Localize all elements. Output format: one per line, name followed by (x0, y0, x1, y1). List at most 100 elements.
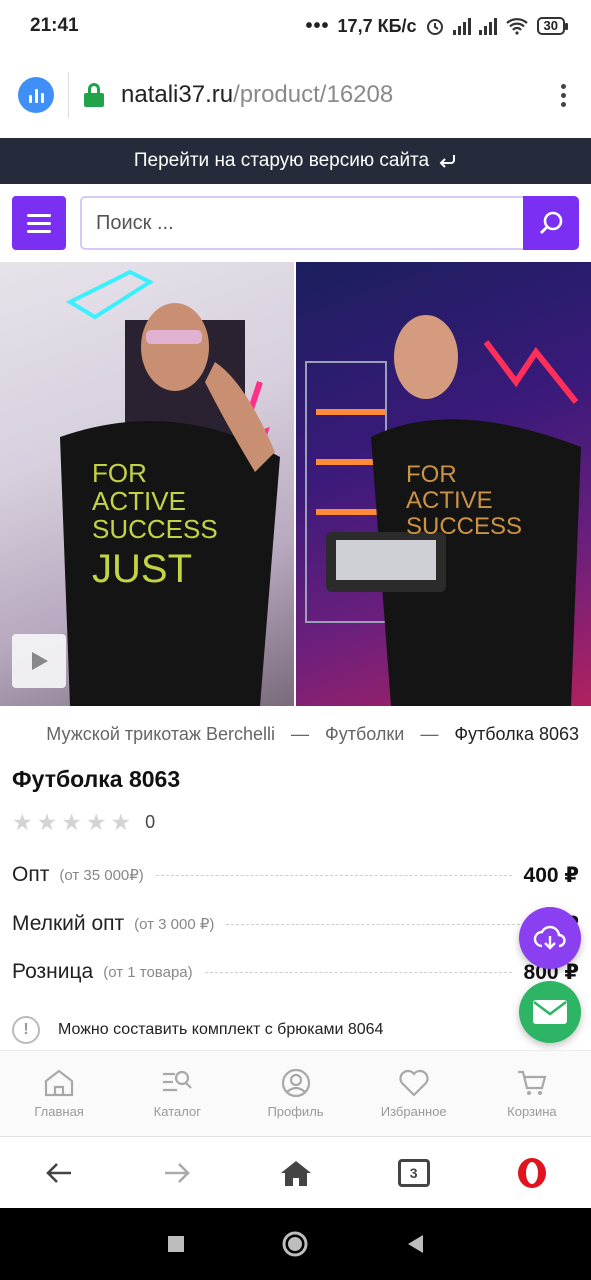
lock-icon[interactable] (83, 83, 105, 107)
price-row-wholesale: Опт (от 35 000₽) 400 ₽ (12, 859, 579, 891)
browser-home-button[interactable] (236, 1159, 354, 1187)
nav-label: Главная (34, 1104, 84, 1119)
breadcrumb-separator: — (420, 724, 439, 744)
breadcrumb-item-subcategory[interactable]: Футболки (325, 724, 404, 745)
search-row (0, 184, 591, 262)
profile-icon (281, 1068, 310, 1098)
back-triangle-icon[interactable] (404, 1233, 426, 1255)
arrow-right-icon (165, 1162, 191, 1183)
nav-item-favorites[interactable]: Избранное (355, 1051, 473, 1136)
play-icon (32, 652, 48, 670)
mail-icon (533, 1000, 567, 1024)
price-min-order: (от 1 товара) (103, 963, 193, 981)
mail-button[interactable] (519, 981, 581, 1043)
svg-text:JUST: JUST (92, 547, 192, 591)
price-leader (155, 874, 512, 876)
old-version-link[interactable]: Перейти на старую версию сайта (134, 150, 429, 172)
home-filled-icon (280, 1160, 311, 1186)
android-nav-bar (0, 1208, 591, 1280)
signal-icon-1 (452, 17, 471, 35)
play-video-button[interactable] (12, 634, 66, 688)
url-domain: natali37.ru (121, 81, 234, 108)
product-photo-2[interactable]: FOR ACTIVE SUCCESS (296, 262, 591, 706)
cart-icon (517, 1070, 547, 1095)
rating-count: 0 (145, 811, 156, 832)
search-box (80, 196, 579, 250)
star-icon[interactable]: ★ (37, 810, 58, 834)
search-button[interactable] (523, 196, 579, 250)
browser-menu-icon[interactable] (553, 83, 573, 107)
search-icon (540, 211, 563, 234)
opera-menu-button[interactable] (473, 1157, 591, 1189)
price-label: Розница (12, 960, 94, 983)
heart-icon (399, 1069, 429, 1097)
cloud-download-icon (533, 925, 566, 950)
svg-text:ACTIVE: ACTIVE (406, 487, 493, 514)
browser-forward-button[interactable] (118, 1161, 236, 1185)
nav-label: Каталог (153, 1104, 201, 1119)
star-icon[interactable]: ★ (111, 810, 132, 834)
nav-item-home[interactable]: Главная (0, 1051, 118, 1136)
breadcrumb-item-category[interactable]: Мужской трикотаж Berchelli (46, 724, 275, 745)
price-label: Мелкий опт (12, 912, 125, 935)
price-label: Опт (12, 863, 50, 886)
download-app-button[interactable] (519, 907, 581, 969)
product-rating[interactable]: ★ ★ ★ ★ ★ 0 (12, 810, 155, 834)
wifi-icon (505, 18, 528, 35)
notification-dots: ••• (305, 14, 330, 37)
svg-text:SUCCESS: SUCCESS (406, 513, 522, 540)
site-stats-icon[interactable] (18, 77, 54, 113)
menu-button[interactable] (12, 196, 66, 250)
price-row-retail: Розница (от 1 товара) 800 ₽ (12, 956, 579, 988)
browser-back-button[interactable] (0, 1161, 118, 1185)
return-arrow-icon (439, 155, 456, 168)
battery-icon: 30 (536, 17, 569, 35)
price-leader (226, 923, 535, 925)
home-icon (44, 1069, 74, 1097)
home-circle-icon[interactable] (281, 1230, 309, 1258)
svg-text:SUCCESS: SUCCESS (92, 514, 218, 544)
price-row-small-wholesale: Мелкий опт (от 3 000 ₽) 4 ₽ (12, 908, 579, 940)
url-path: /product/16208 (233, 81, 394, 108)
star-icon[interactable]: ★ (86, 810, 107, 834)
status-time: 21:41 (30, 15, 79, 36)
status-indicators: ••• 17,7 КБ/с 30 (305, 14, 569, 38)
nav-label: Профиль (267, 1104, 324, 1119)
breadcrumb-separator: — (291, 724, 310, 744)
exclamation-icon: ! (12, 1016, 40, 1044)
nav-label: Корзина (507, 1104, 557, 1119)
arrow-left-icon (46, 1162, 72, 1183)
star-icon[interactable]: ★ (12, 810, 33, 834)
breadcrumb-item-current: Футболка 8063 (454, 724, 579, 744)
set-note-text: Можно составить комплект с брюками 8064 (58, 1021, 384, 1038)
price-min-order: (от 35 000₽) (59, 867, 144, 884)
nav-item-profile[interactable]: Профиль (236, 1051, 354, 1136)
browser-url-bar[interactable]: natali37.ru/product/16208 (0, 52, 591, 138)
search-input[interactable] (96, 198, 516, 248)
site-bottom-nav: Главная Каталог Профиль Избранное Корзин… (0, 1050, 591, 1136)
tabs-count-icon: 3 (397, 1158, 430, 1187)
photo-2-illustration: FOR ACTIVE SUCCESS (305, 315, 581, 706)
product-gallery[interactable]: FOR ACTIVE SUCCESS JUST FOR ACTIVE SUCCE… (0, 262, 591, 706)
price-leader (204, 971, 512, 973)
set-note: ! Можно составить комплект с брюками 806… (12, 1016, 383, 1044)
price-min-order: (от 3 000 ₽) (134, 916, 215, 933)
network-speed: 17,7 КБ/с (337, 15, 417, 36)
product-title: Футболка 8063 (12, 766, 181, 792)
catalog-icon (163, 1070, 193, 1092)
nav-label: Избранное (380, 1104, 447, 1119)
nav-item-cart[interactable]: Корзина (473, 1051, 591, 1136)
signal-icon-2 (478, 17, 497, 35)
star-icon[interactable]: ★ (61, 810, 82, 834)
svg-text:ACTIVE: ACTIVE (92, 486, 186, 516)
opera-logo-icon (517, 1157, 546, 1188)
old-version-banner[interactable]: Перейти на старую версию сайта (0, 138, 591, 184)
svg-text:FOR: FOR (406, 461, 457, 488)
price-value: 400 ₽ (523, 863, 579, 887)
nav-item-catalog[interactable]: Каталог (118, 1051, 236, 1136)
product-photo-1[interactable]: FOR ACTIVE SUCCESS JUST (0, 262, 294, 706)
browser-tabs-button[interactable]: 3 (355, 1158, 473, 1187)
url-divider (68, 72, 69, 118)
url-text[interactable]: natali37.ru/product/16208 (121, 81, 393, 109)
recents-icon[interactable] (166, 1234, 186, 1254)
